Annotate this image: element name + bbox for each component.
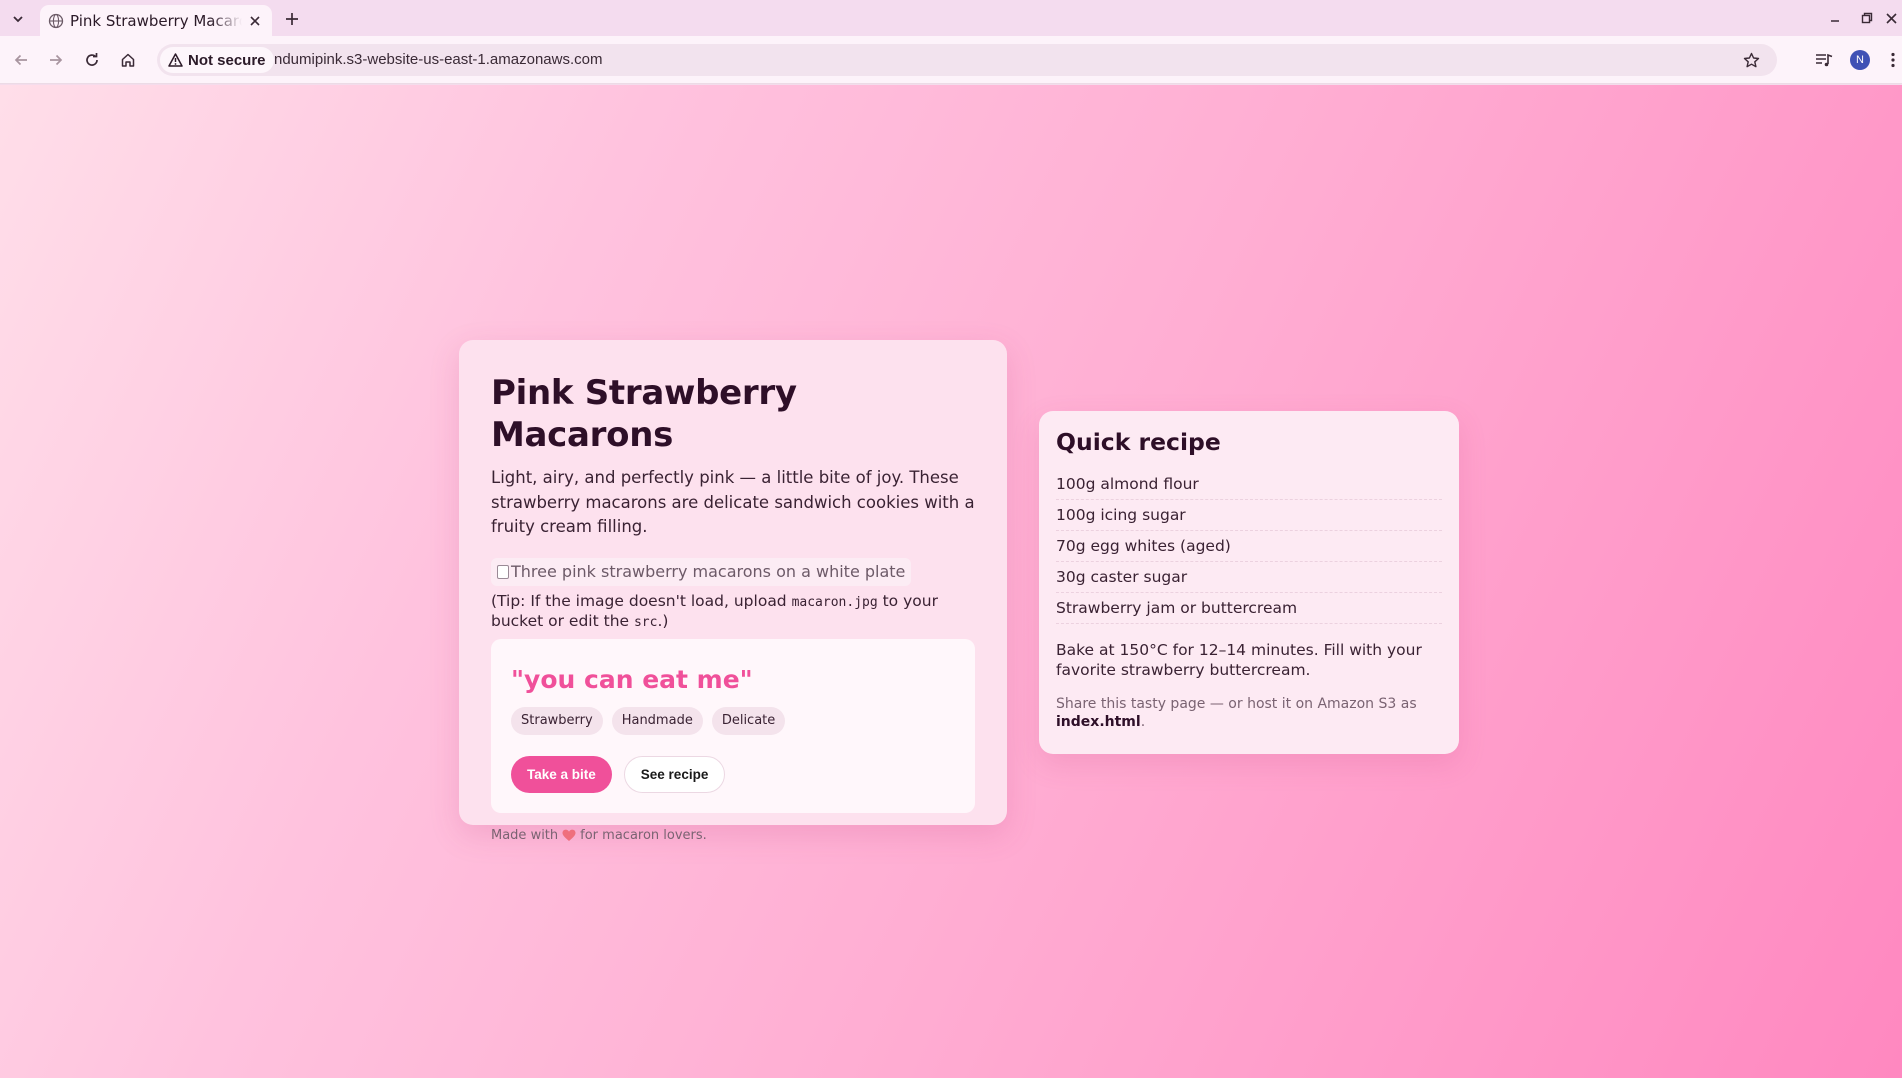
tag-chip: Delicate [711,706,786,735]
image-tip: (Tip: If the image doesn't load, upload … [491,592,975,633]
warning-icon [168,53,183,67]
star-icon [1743,52,1759,67]
tip-text: .) [657,612,669,630]
take-a-bite-button[interactable]: Take a bite [511,755,612,793]
browser-toolbar: Not secure ndumipink.s3-website-us-east-… [0,36,1902,84]
restore-button[interactable] [1854,6,1880,30]
more-vertical-icon [1891,52,1895,68]
page-title: Pink Strawberry Macarons [491,373,797,455]
list-item: 100g almond flour [1056,469,1442,500]
recipe-card: Quick recipe 100g almond flour 100g icin… [1039,411,1459,754]
share-text: Share this tasty page — or host it on Am… [1056,696,1417,712]
page-viewport: Pink Strawberry Macarons Light, airy, an… [0,85,1902,1078]
hero-card: Pink Strawberry Macarons Light, airy, an… [459,340,1007,843]
recipe-title: Quick recipe [1056,428,1221,456]
new-tab-button[interactable] [280,7,304,31]
home-icon [121,53,135,67]
see-recipe-button[interactable]: See recipe [623,755,726,793]
minimize-icon [1831,20,1839,22]
tag-chip: Strawberry [511,706,603,735]
queue-music-icon [1816,53,1833,67]
share-note: Share this tasty page — or host it on Am… [1056,695,1442,731]
footer-prefix: Made with [491,827,559,843]
close-icon [1885,12,1897,24]
bake-instructions: Bake at 150°C for 12–14 minutes. Fill wi… [1056,641,1422,679]
close-window-button[interactable] [1878,6,1902,30]
list-item: Strawberry jam or buttercream [1056,593,1442,624]
restore-icon [1861,12,1873,24]
list-item: 30g caster sugar [1056,562,1442,593]
tag-chip: Handmade [611,706,703,735]
arrow-right-icon [50,54,63,66]
chevron-down-icon [13,16,23,23]
broken-image-icon [497,564,509,579]
list-item: 70g egg whites (aged) [1056,531,1442,562]
globe-icon [48,13,64,29]
tip-text: (Tip: If the image doesn't load, upload [491,591,792,610]
hero-description: Light, airy, and perfectly pink — a litt… [491,468,975,536]
arrow-left-icon [14,54,27,66]
ingredient-list: 100g almond flour 100g icing sugar 70g e… [1056,469,1442,624]
back-button[interactable] [8,47,34,73]
tip-attribute: src [633,615,658,630]
footer-suffix: for macaron lovers. [580,827,707,843]
tab-strip: Pink Strawberry Macarons [0,0,1902,36]
tab-title: Pink Strawberry Macarons [70,12,242,30]
profile-button[interactable]: N [1847,47,1873,73]
minimize-button[interactable] [1822,6,1848,30]
security-label: Not secure [188,51,266,69]
reload-button[interactable] [79,47,105,73]
address-bar[interactable]: Not secure ndumipink.s3-website-us-east-… [157,44,1777,76]
bookmark-button[interactable] [1739,48,1763,72]
macaron-image-placeholder: Three pink strawberry macarons on a whit… [491,557,912,586]
heart-icon [562,829,576,841]
reload-icon [86,53,98,66]
url-text[interactable]: ndumipink.s3-website-us-east-1.amazonaws… [274,51,602,68]
footer-note: Made with for macaron lovers. [491,828,975,843]
forward-button[interactable] [43,47,69,73]
home-button[interactable] [115,47,141,73]
security-chip[interactable]: Not secure [160,47,274,73]
quote-card: "you can eat me" Strawberry Handmade Del… [491,638,975,813]
plus-icon [286,13,298,25]
tip-filename: macaron.jpg [791,594,878,610]
share-filename: index.html [1056,714,1141,730]
tag-list: Strawberry Handmade Delicate [511,706,955,735]
list-item: 100g icing sugar [1056,500,1442,531]
action-buttons: Take a bite See recipe [511,755,955,793]
tagline-quote: "you can eat me" [511,664,753,694]
media-controls-button[interactable] [1811,47,1837,73]
browser-menu-button[interactable] [1880,47,1902,73]
image-alt-text: Three pink strawberry macarons on a whit… [511,562,906,581]
close-tab-button[interactable] [245,11,265,31]
tab-search-button[interactable] [6,7,30,31]
close-icon [250,16,260,26]
avatar: N [1850,50,1870,70]
share-text: . [1140,714,1146,730]
active-tab[interactable]: Pink Strawberry Macarons [40,5,272,36]
